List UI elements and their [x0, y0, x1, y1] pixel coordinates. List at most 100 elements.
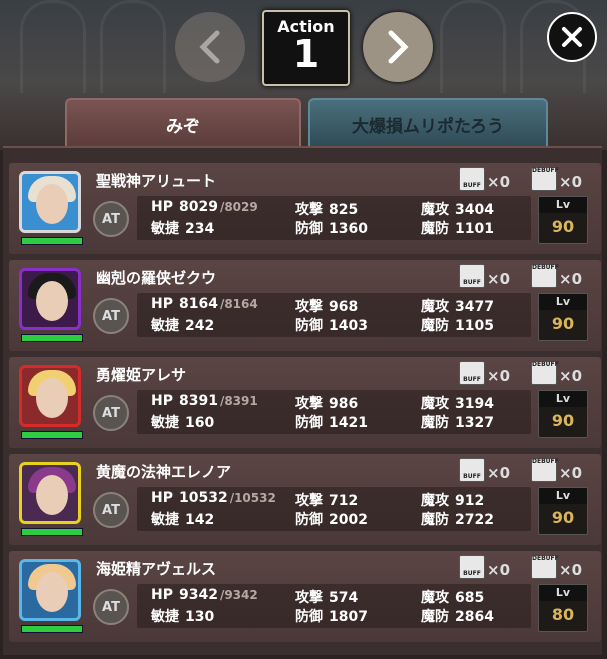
buff-tag: BUFF — [463, 182, 481, 189]
unit-name: 聖戦神アリュート — [96, 172, 217, 190]
prev-action-button[interactable] — [175, 12, 245, 82]
level-label: Lv — [539, 488, 587, 504]
stat-def-label: 防御 — [295, 221, 323, 237]
stat-def-label: 防御 — [295, 609, 323, 625]
unit-portrait[interactable] — [19, 462, 81, 524]
stat-hp-max: /8029 — [219, 200, 258, 214]
unit-name: 勇燿姫アレサ — [96, 366, 187, 384]
level-label: Lv — [539, 294, 587, 310]
buff-count: ×0 — [487, 561, 511, 579]
stat-hp: HP 9342/9342 — [151, 587, 258, 603]
unit-row[interactable]: 海姫精アヴェルス AT HP 9342/9342 敏捷 130 攻撃 574 防御 18… — [9, 551, 601, 642]
level-label: Lv — [539, 391, 587, 407]
debuff-indicator[interactable]: DEBUFF ×0 — [531, 167, 582, 191]
unit-hp-bar — [21, 528, 83, 536]
tab-player-1[interactable]: みぞ — [65, 98, 301, 148]
stat-matk-value: 685 — [455, 590, 485, 606]
stat-agi-value: 160 — [185, 415, 215, 431]
unit-row[interactable]: 勇燿姫アレサ AT HP 8391/8391 敏捷 160 攻撃 986 防御 1421… — [9, 357, 601, 448]
stat-def: 防御 2002 — [295, 509, 368, 529]
stat-agi-label: 敏捷 — [151, 221, 179, 237]
buff-icon: BUFF — [459, 264, 485, 288]
stat-def-value: 2002 — [329, 512, 368, 528]
level-label: Lv — [539, 197, 587, 213]
close-button[interactable] — [547, 12, 597, 62]
stat-mdef: 魔防 2722 — [421, 509, 494, 529]
stat-matk-label: 魔攻 — [421, 590, 449, 606]
stat-agi: 敏捷 242 — [151, 315, 214, 335]
stat-agi-value: 142 — [185, 512, 215, 528]
stat-mdef-value: 1327 — [455, 415, 494, 431]
stat-matk: 魔攻 685 — [421, 587, 484, 607]
stat-atk-value: 825 — [329, 202, 359, 218]
unit-row[interactable]: 黄魔の法神エレノア AT HP 10532/10532 敏捷 142 攻撃 712 防… — [9, 454, 601, 545]
unit-name: 黄魔の法神エレノア — [96, 463, 232, 481]
stat-matk-value: 3404 — [455, 202, 494, 218]
portrait-face — [36, 572, 68, 612]
stat-mdef-value: 1105 — [455, 318, 494, 334]
stat-hp-value: 8029 — [178, 199, 218, 215]
buff-count: ×0 — [487, 367, 511, 385]
level-box: Lv 90 — [538, 390, 588, 438]
stat-mdef-label: 魔防 — [421, 415, 449, 431]
stat-mdef: 魔防 1327 — [421, 412, 494, 432]
stat-atk-label: 攻撃 — [295, 493, 323, 509]
buff-count: ×0 — [487, 270, 511, 288]
at-badge[interactable]: AT — [93, 298, 129, 334]
debuff-icon: DEBUFF — [531, 167, 559, 191]
unit-hp-bar — [21, 237, 83, 245]
tab-player-2[interactable]: 大爆損ムリポたろう — [308, 98, 548, 148]
stat-atk: 攻撃 968 — [295, 296, 358, 316]
buff-indicator[interactable]: BUFF ×0 — [459, 458, 510, 482]
debuff-indicator[interactable]: DEBUFF ×0 — [531, 361, 582, 385]
unit-portrait[interactable] — [19, 559, 81, 621]
stat-mdef-label: 魔防 — [421, 609, 449, 625]
unit-row[interactable]: 聖戦神アリュート AT HP 8029/8029 敏捷 234 攻撃 825 防御 13… — [9, 163, 601, 254]
unit-row[interactable]: 幽剋の羅侠ゼクウ AT HP 8164/8164 敏捷 242 攻撃 968 防御 14… — [9, 260, 601, 351]
stat-atk-value: 712 — [329, 493, 359, 509]
stat-hp-max: /10532 — [229, 491, 276, 505]
debuff-icon: DEBUFF — [531, 458, 559, 482]
stat-hp-label: HP — [151, 490, 173, 506]
debuff-indicator[interactable]: DEBUFF ×0 — [531, 555, 582, 579]
next-action-button[interactable] — [363, 12, 433, 82]
at-badge[interactable]: AT — [93, 201, 129, 237]
unit-hp-bar — [21, 625, 83, 633]
debuff-indicator[interactable]: DEBUFF ×0 — [531, 458, 582, 482]
buff-icon: BUFF — [459, 167, 485, 191]
stat-def: 防御 1421 — [295, 412, 368, 432]
buff-indicator[interactable]: BUFF ×0 — [459, 167, 510, 191]
unit-portrait[interactable] — [19, 365, 81, 427]
at-badge[interactable]: AT — [93, 589, 129, 625]
close-icon — [562, 27, 582, 47]
stat-hp-max: /8164 — [219, 297, 258, 311]
level-box: Lv 90 — [538, 196, 588, 244]
unit-portrait[interactable] — [19, 171, 81, 233]
stat-hp: HP 8391/8391 — [151, 393, 258, 409]
at-badge[interactable]: AT — [93, 492, 129, 528]
level-value: 90 — [551, 508, 575, 527]
unit-hp-bar — [21, 334, 83, 342]
stat-agi-value: 130 — [185, 609, 215, 625]
buff-count: ×0 — [487, 173, 511, 191]
buff-indicator[interactable]: BUFF ×0 — [459, 555, 510, 579]
buff-icon: BUFF — [459, 555, 485, 579]
unit-name: 海姫精アヴェルス — [96, 560, 217, 578]
unit-portrait[interactable] — [19, 268, 81, 330]
debuff-indicator[interactable]: DEBUFF ×0 — [531, 264, 582, 288]
stat-atk-value: 986 — [329, 396, 359, 412]
at-badge[interactable]: AT — [93, 395, 129, 431]
stat-mdef-value: 2864 — [455, 609, 494, 625]
stat-matk: 魔攻 3194 — [421, 393, 494, 413]
debuff-tag: DEBUFF — [532, 361, 559, 368]
stat-hp-value: 8391 — [178, 393, 218, 409]
chevron-left-icon — [199, 30, 220, 64]
stat-matk-label: 魔攻 — [421, 299, 449, 315]
portrait-face — [36, 281, 68, 321]
buff-tag: BUFF — [463, 570, 481, 577]
buff-indicator[interactable]: BUFF ×0 — [459, 361, 510, 385]
buff-tag: BUFF — [463, 279, 481, 286]
stat-hp-label: HP — [151, 393, 173, 409]
buff-indicator[interactable]: BUFF ×0 — [459, 264, 510, 288]
stat-matk-label: 魔攻 — [421, 493, 449, 509]
